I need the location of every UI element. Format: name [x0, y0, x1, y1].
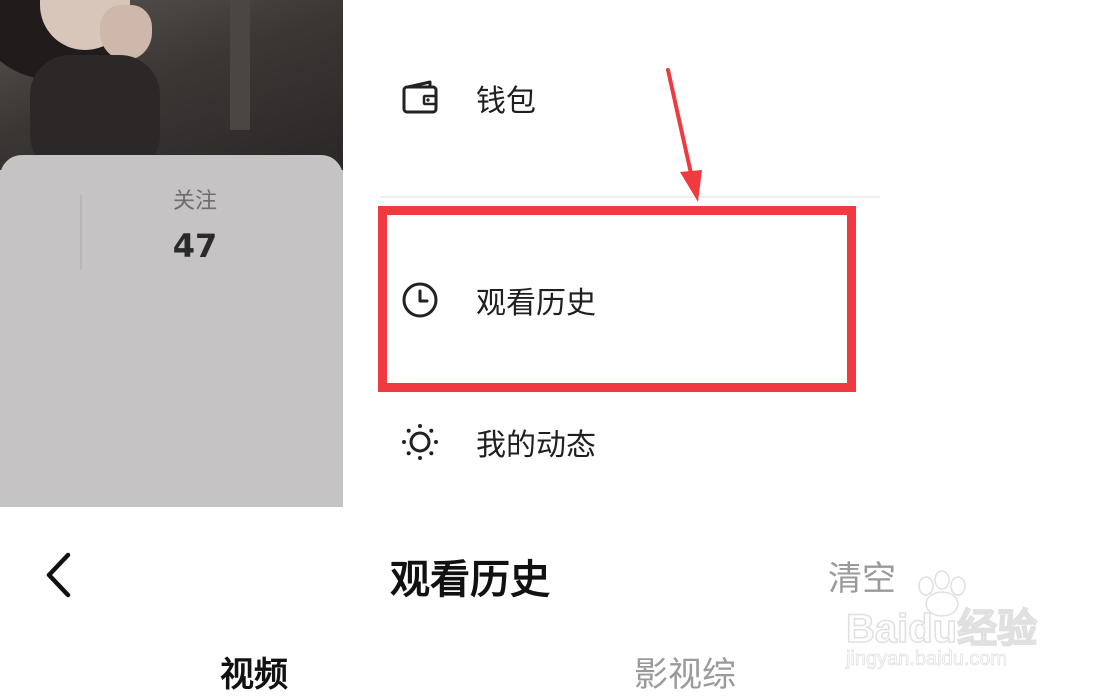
highlight-box	[378, 206, 856, 392]
chevron-left-icon	[46, 552, 71, 598]
follow-label: 关注	[172, 189, 217, 214]
sun-icon	[400, 422, 440, 462]
screen: 关注 47 钱包 观看历史 我的动态 观看历史 清空 视频 影视综 Baidu经…	[0, 0, 1104, 697]
history-page-header: 观看历史 清空 视频 影视综	[0, 507, 1104, 697]
profile-side-panel: 关注 47	[0, 0, 343, 507]
menu-item-label: 我的动态	[476, 428, 596, 463]
clear-button[interactable]: 清空	[828, 551, 896, 600]
stats-divider	[80, 195, 82, 270]
menu-item-my-moments[interactable]: 我的动态	[400, 412, 860, 472]
tab-video[interactable]: 视频	[220, 647, 288, 696]
back-button[interactable]	[38, 547, 78, 603]
profile-stats-card: 关注 47	[0, 155, 343, 507]
menu-divider	[380, 196, 880, 198]
menu-item-wallet[interactable]: 钱包	[400, 68, 860, 128]
pointer-arrow-icon	[666, 68, 702, 202]
menu-item-label: 钱包	[476, 84, 536, 119]
tab-film-tv-variety[interactable]: 影视综	[634, 647, 736, 696]
wallet-icon	[400, 78, 440, 118]
profile-menu-screenshot: 关注 47 钱包 观看历史 我的动态	[0, 0, 1104, 507]
page-title: 观看历史	[390, 557, 550, 603]
follow-count[interactable]: 47	[150, 227, 240, 265]
profile-photo	[0, 0, 343, 175]
